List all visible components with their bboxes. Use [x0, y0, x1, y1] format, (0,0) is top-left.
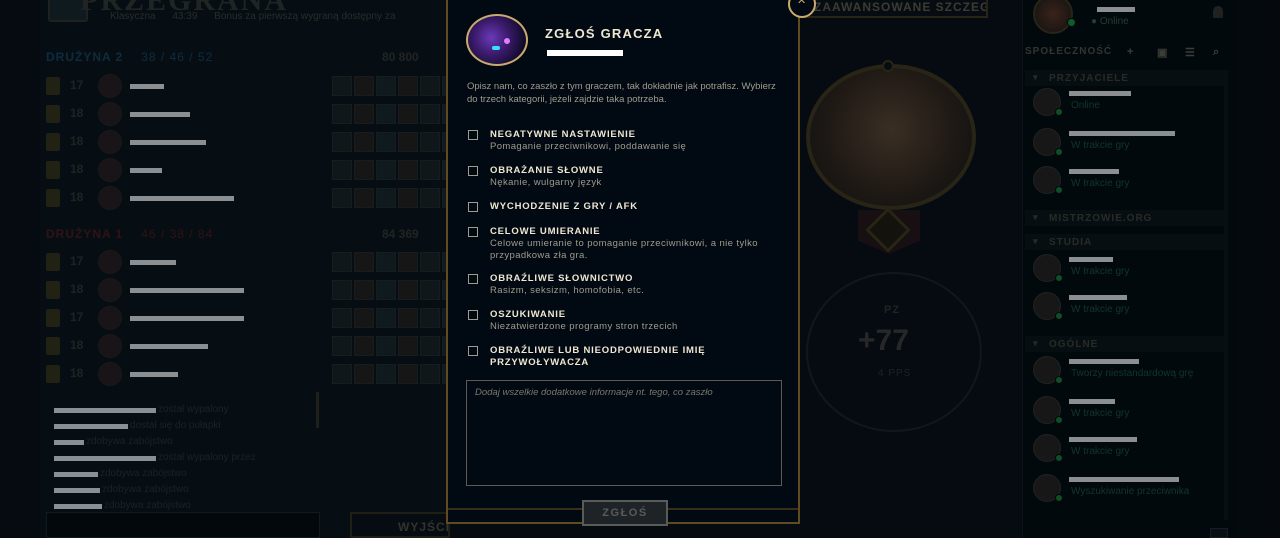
close-icon: ✕: [797, 0, 807, 7]
category-description: Celowe umieranie to pomaganie przeciwnik…: [490, 238, 758, 261]
category-checkbox[interactable]: [468, 166, 478, 176]
report-player-dialog: ✕ ZGŁOŚ GRACZA Opisz nam, co zaszło z ty…: [446, 0, 816, 526]
category-title: WYCHODZENIE Z GRY / AFK: [490, 201, 638, 212]
reported-player-name: [547, 50, 623, 56]
additional-info-textarea[interactable]: [466, 380, 782, 486]
category-checkbox[interactable]: [468, 310, 478, 320]
category-title: OBRAŻANIE SŁOWNE: [490, 165, 604, 176]
dialog-title: ZGŁOŚ GRACZA: [545, 26, 664, 41]
category-description: Niezatwierdzone programy stron trzecich: [490, 321, 678, 332]
submit-report-button[interactable]: ZGŁOŚ: [582, 500, 668, 526]
category-checkbox[interactable]: [468, 227, 478, 237]
close-button[interactable]: ✕: [788, 0, 816, 18]
category-title: OBRAŹLIWE SŁOWNICTWO: [490, 273, 634, 284]
category-description: Pomaganie przeciwnikowi, poddawanie się: [490, 141, 687, 152]
reported-player-avatar: [466, 14, 528, 66]
category-description: Rasizm, seksizm, homofobia, etc.: [490, 285, 645, 296]
category-checkbox[interactable]: [468, 274, 478, 284]
category-title: OBRAŹLIWE LUB NIEODPOWIEDNIE IMIĘ PRZYWO…: [490, 345, 706, 368]
category-checkbox[interactable]: [468, 130, 478, 140]
dialog-description: Opisz nam, co zaszło z tym graczem, tak …: [467, 81, 776, 105]
category-checkbox[interactable]: [468, 202, 478, 212]
category-checkbox[interactable]: [468, 346, 478, 356]
category-description: Nękanie, wulgarny język: [490, 177, 602, 188]
category-title: NEGATYWNE NASTAWIENIE: [490, 129, 636, 140]
category-title: CELOWE UMIERANIE: [490, 226, 601, 237]
category-title: OSZUKIWANIE: [490, 309, 566, 320]
